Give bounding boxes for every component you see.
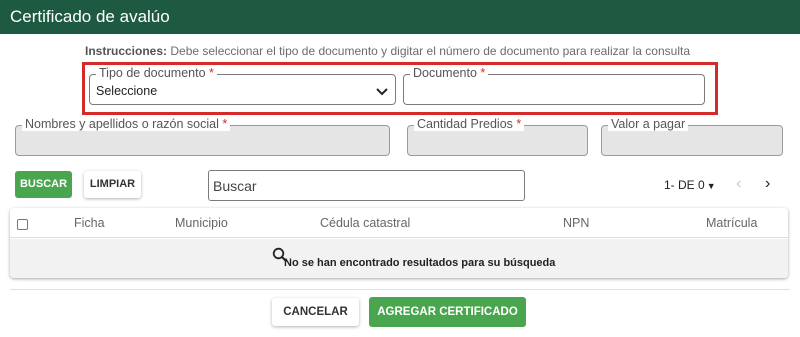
column-header[interactable]: Ficha: [74, 216, 105, 230]
cantidad-predios-field: Cantidad Predios *: [407, 117, 588, 156]
instructions-text: Instrucciones: Debe seleccionar el tipo …: [85, 44, 690, 58]
cancel-button[interactable]: CANCELAR: [272, 298, 359, 326]
instructions-label: Instrucciones:: [85, 44, 168, 58]
results-table: Ficha Municipio Cédula catastral NPN Mat…: [10, 208, 788, 278]
valor-pagar-field: Valor a pagar: [601, 117, 783, 156]
column-header[interactable]: Matrícula: [706, 216, 757, 230]
app-header: Certificado de avalúo: [0, 0, 800, 34]
nombres-label: Nombres y apellidos o razón social *: [22, 117, 231, 131]
chevron-down-icon: [376, 88, 388, 96]
instructions-body: Debe seleccionar el tipo de documento y …: [167, 44, 690, 58]
pager-select[interactable]: 1- DE 0 ▼: [664, 178, 716, 192]
buscar-button[interactable]: BUSCAR: [15, 171, 72, 198]
tipo-documento-label: Tipo de documento *: [96, 66, 217, 80]
page-title: Certificado de avalúo: [10, 7, 170, 26]
caret-down-icon: ▼: [706, 181, 716, 191]
table-header: Ficha Municipio Cédula catastral NPN Mat…: [10, 208, 788, 238]
tipo-documento-select[interactable]: Tipo de documento * Seleccione: [89, 66, 396, 105]
documento-label: Documento *: [410, 66, 489, 80]
valor-pagar-label: Valor a pagar: [608, 117, 689, 131]
add-certificate-button[interactable]: AGREGAR CERTIFICADO: [369, 297, 526, 327]
tipo-documento-value: Seleccione: [96, 84, 158, 98]
limpiar-button[interactable]: LIMPIAR: [84, 171, 141, 198]
pager-text: 1- DE 0: [664, 178, 705, 192]
column-header[interactable]: NPN: [563, 216, 589, 230]
divider: [10, 289, 790, 290]
next-page-icon[interactable]: ›: [765, 176, 770, 192]
documento-field[interactable]: Documento *: [403, 66, 705, 105]
prev-page-icon[interactable]: ‹: [736, 176, 741, 192]
column-header[interactable]: Municipio: [175, 216, 228, 230]
select-all-checkbox[interactable]: [17, 219, 28, 230]
search-input[interactable]: [208, 170, 525, 201]
empty-results-message: No se han encontrado resultados para su …: [284, 257, 556, 269]
nombres-field: Nombres y apellidos o razón social *: [15, 117, 390, 156]
column-header[interactable]: Cédula catastral: [320, 216, 410, 230]
cantidad-predios-label: Cantidad Predios *: [414, 117, 525, 131]
